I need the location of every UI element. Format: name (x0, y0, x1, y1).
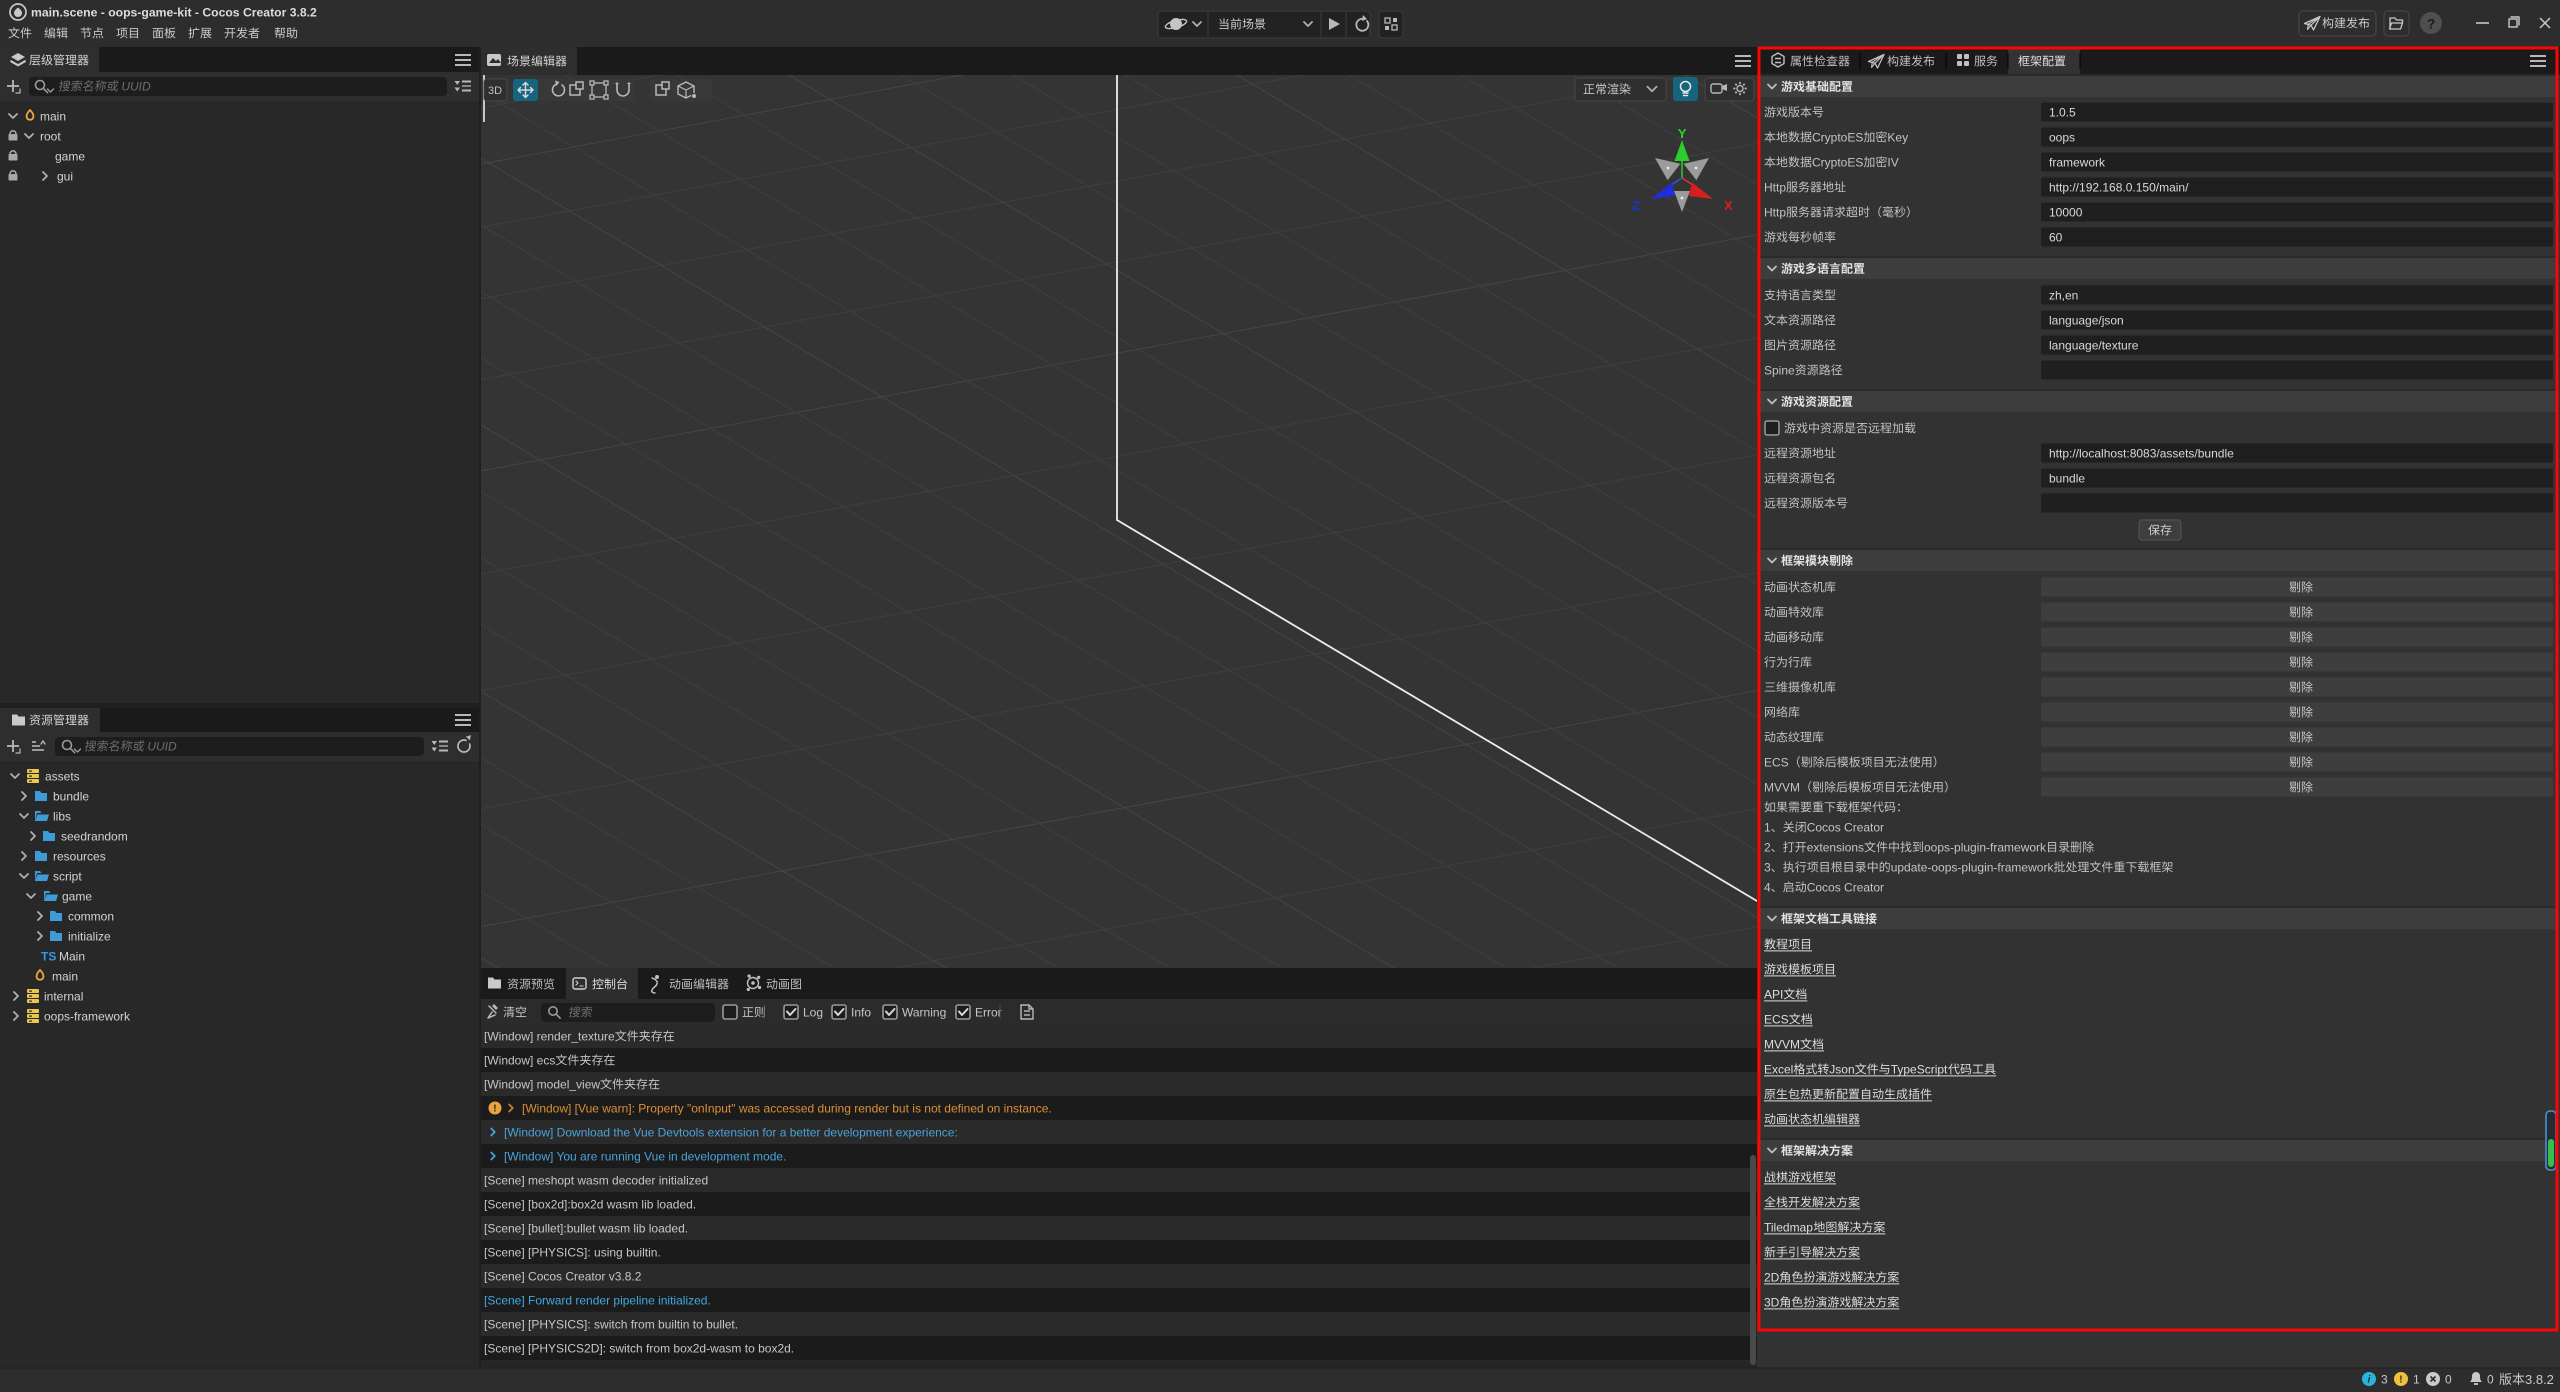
svg-text:2: 2 (1764, 840, 1771, 854)
svg-text:ECS: ECS (1764, 1012, 1789, 1026)
svg-text:3D: 3D (1764, 1295, 1780, 1309)
svg-text:initialize: initialize (68, 929, 111, 943)
svg-text:CryptoES: CryptoES (1812, 155, 1863, 169)
svg-text:main: main (52, 969, 78, 983)
svg-text:UUID: UUID (118, 79, 151, 93)
svg-text:language/json: language/json (2049, 313, 2124, 327)
svg-text:language/texture: language/texture (2049, 338, 2139, 352)
svg-text:Log: Log (803, 1005, 823, 1019)
svg-text:gui: gui (57, 169, 73, 183)
svg-text:Excel: Excel (1764, 1062, 1793, 1076)
svg-text:bundle: bundle (53, 789, 89, 803)
svg-text:3.8.2: 3.8.2 (2525, 1372, 2554, 1387)
svg-text:oops: oops (2049, 130, 2075, 144)
svg-text:API: API (1764, 987, 1783, 1001)
svg-text:oops-framework: oops-framework (44, 1009, 131, 1023)
svg-text:10000: 10000 (2049, 205, 2083, 219)
svg-text:Http: Http (1764, 205, 1786, 219)
svg-text:main: main (40, 109, 66, 123)
svg-text:script: script (53, 869, 82, 883)
svg-text:0: 0 (2445, 1372, 2452, 1386)
svg-text:4: 4 (1764, 880, 1771, 894)
svg-text:Spine: Spine (1764, 363, 1795, 377)
svg-text:update-oops-plugin-framework: update-oops-plugin-framework (1891, 860, 2055, 874)
svg-text:assets: assets (45, 769, 80, 783)
svg-text:3: 3 (2381, 1372, 2388, 1386)
svg-text:[Window] ecs: [Window] ecs (484, 1053, 555, 1067)
svg-text:http://localhost:8083/assets/b: http://localhost:8083/assets/bundle (2049, 446, 2234, 460)
svg-text:internal: internal (44, 989, 83, 1003)
svg-text:3: 3 (1764, 860, 1771, 874)
svg-text:resources: resources (53, 849, 106, 863)
svg-text:bundle: bundle (2049, 471, 2085, 485)
svg-text:3D: 3D (488, 85, 502, 97)
svg-text:UUID: UUID (144, 739, 177, 753)
svg-text:[Scene] [PHYSICS2D]: switch fr: [Scene] [PHYSICS2D]: switch from box2d-w… (484, 1341, 794, 1355)
svg-text:game: game (55, 149, 85, 163)
svg-text:[Scene] meshopt wasm decoder i: [Scene] meshopt wasm decoder initialized (484, 1173, 708, 1187)
svg-text:Json: Json (1829, 1062, 1854, 1076)
svg-text:framework: framework (2049, 155, 2106, 169)
svg-text:2D: 2D (1764, 1270, 1780, 1284)
svg-text:[Window] Download the Vue Devt: [Window] Download the Vue Devtools exten… (504, 1125, 958, 1139)
svg-text:i: i (2368, 1375, 2371, 1386)
svg-text:Main: Main (59, 949, 85, 963)
svg-text:IV: IV (1887, 155, 1898, 169)
svg-text:Tiledmap: Tiledmap (1764, 1220, 1813, 1234)
svg-text:Y: Y (1678, 126, 1687, 141)
svg-text:[Window] model_view: [Window] model_view (484, 1077, 600, 1091)
svg-text:common: common (68, 909, 114, 923)
svg-text:main.scene - oops-game-kit - C: main.scene - oops-game-kit - Cocos Creat… (31, 6, 317, 20)
svg-text:extensions: extensions (1807, 840, 1864, 854)
svg-text:!: ! (493, 1104, 496, 1115)
svg-text:Http: Http (1764, 180, 1786, 194)
svg-text:1.0.5: 1.0.5 (2049, 105, 2076, 119)
svg-text:CryptoES: CryptoES (1812, 130, 1863, 144)
svg-text:[Scene] Cocos Creator v3.8.2: [Scene] Cocos Creator v3.8.2 (484, 1269, 642, 1283)
svg-text:Warning: Warning (902, 1005, 946, 1019)
svg-text:0: 0 (2487, 1372, 2494, 1386)
svg-text:http://192.168.0.150/main/: http://192.168.0.150/main/ (2049, 180, 2189, 194)
svg-text:oops-plugin-framework: oops-plugin-framework (1924, 840, 2047, 854)
svg-text:[Scene] [box2d]:box2d wasm lib: [Scene] [box2d]:box2d wasm lib loaded. (484, 1197, 696, 1211)
svg-text:game: game (62, 889, 92, 903)
svg-text:?: ? (2427, 16, 2436, 32)
svg-text:[Scene] [bullet]:bullet wasm l: [Scene] [bullet]:bullet wasm lib loaded. (484, 1221, 688, 1235)
svg-text:libs: libs (53, 809, 71, 823)
svg-text:Cocos Creator: Cocos Creator (1807, 820, 1884, 834)
svg-text:TS: TS (41, 949, 56, 963)
svg-text:zh,en: zh,en (2049, 288, 2078, 302)
svg-text:[Scene] [PHYSICS]: using built: [Scene] [PHYSICS]: using builtin. (484, 1245, 661, 1259)
svg-text:seedrandom: seedrandom (61, 829, 128, 843)
svg-text:[Window] [Vue warn]: Property: [Window] [Vue warn]: Property "onInput" … (522, 1101, 1052, 1115)
svg-text:TypeScript: TypeScript (1891, 1062, 1948, 1076)
svg-text:[Window] You are running Vue i: [Window] You are running Vue in developm… (504, 1149, 786, 1163)
svg-text:X: X (1724, 198, 1733, 213)
svg-text:[Scene] Forward render pipelin: [Scene] Forward render pipeline initiali… (484, 1293, 711, 1307)
svg-text:ECS: ECS (1764, 755, 1789, 769)
svg-text:60: 60 (2049, 230, 2063, 244)
svg-text:Info: Info (851, 1005, 871, 1019)
svg-text:1: 1 (1764, 820, 1771, 834)
svg-text:1: 1 (2413, 1372, 2420, 1386)
svg-text:MVVM: MVVM (1764, 1037, 1800, 1051)
svg-text:MVVM: MVVM (1764, 780, 1800, 794)
svg-text:Z: Z (1632, 198, 1640, 213)
svg-text:[Window] render_texture: [Window] render_texture (484, 1029, 615, 1043)
svg-text:Error: Error (975, 1005, 1002, 1019)
svg-text:root: root (40, 129, 61, 143)
svg-text:!: ! (2399, 1375, 2402, 1386)
svg-text:Key: Key (1887, 130, 1908, 144)
svg-text:[Scene] [PHYSICS]: switch from: [Scene] [PHYSICS]: switch from builtin t… (484, 1317, 738, 1331)
svg-text:Cocos Creator: Cocos Creator (1807, 880, 1884, 894)
